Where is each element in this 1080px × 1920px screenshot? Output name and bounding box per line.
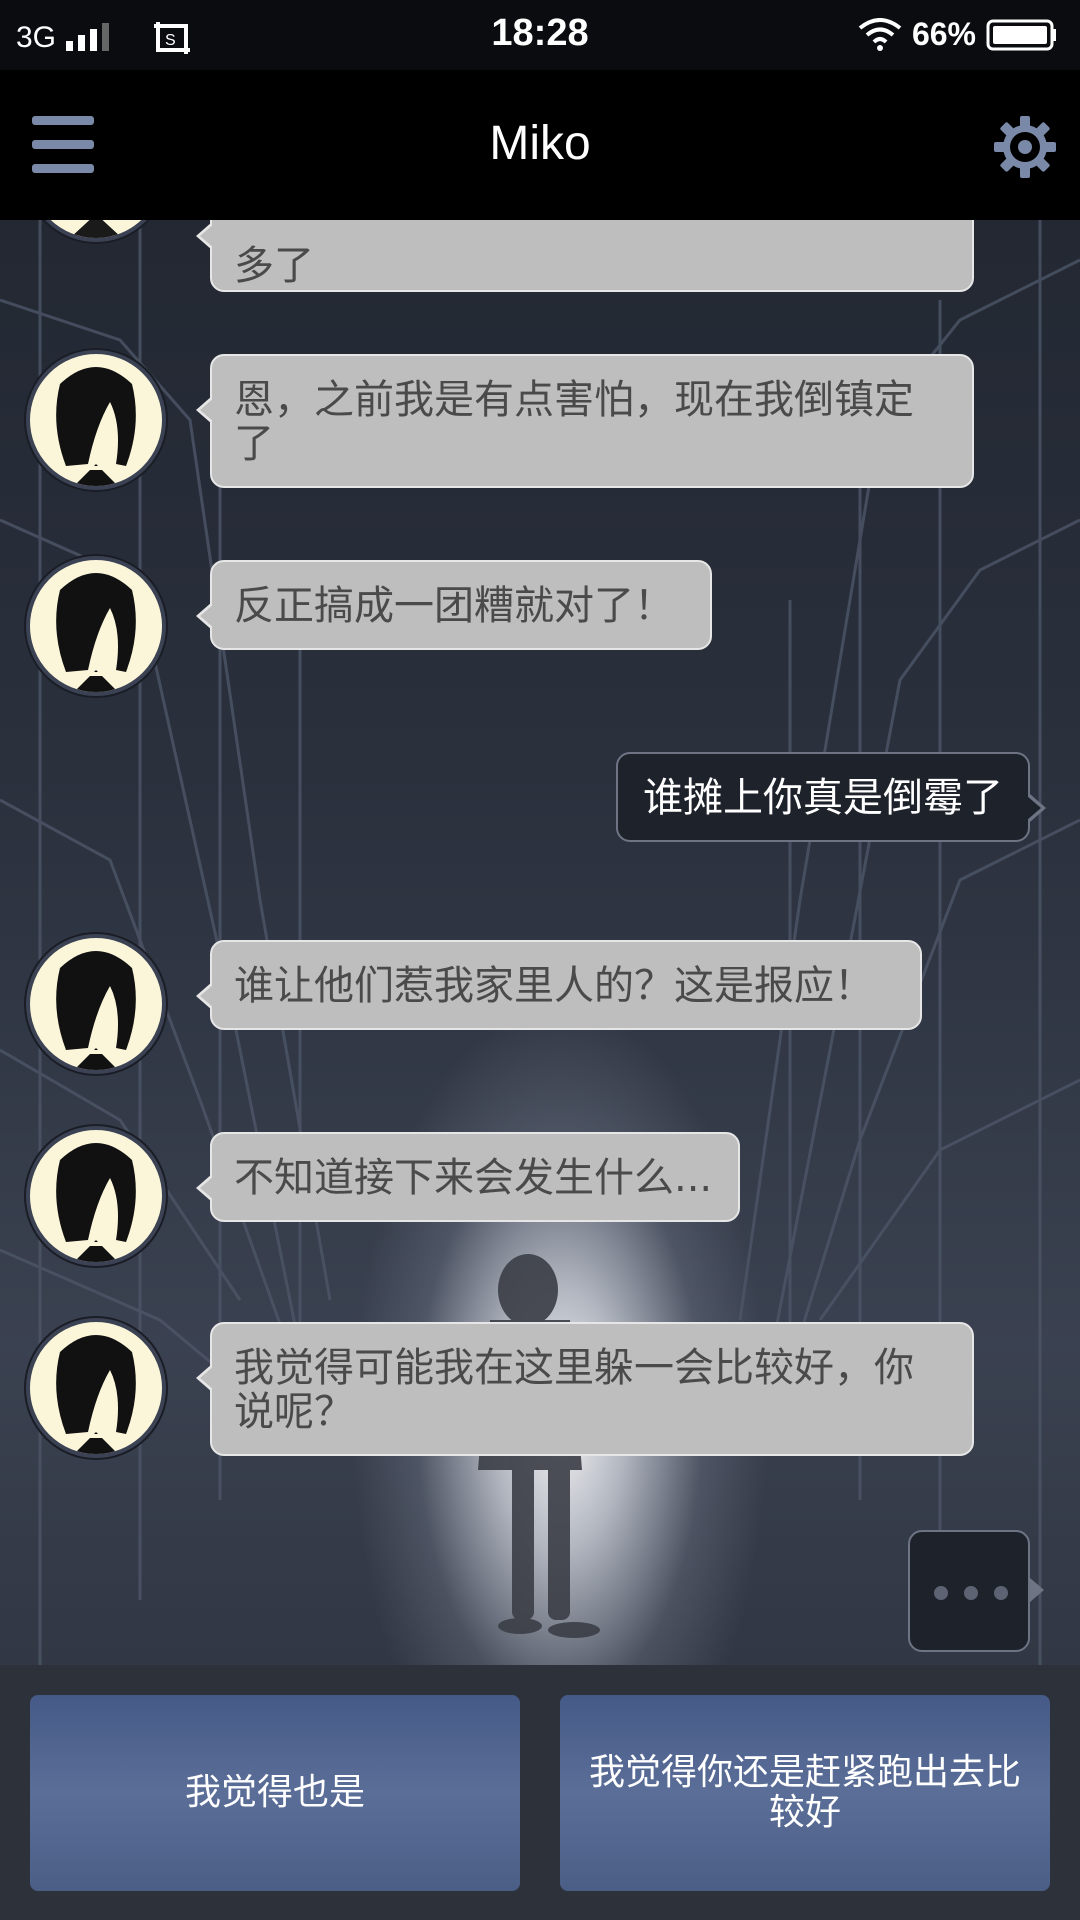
- choice-label: 我觉得也是: [184, 1772, 365, 1813]
- choice-label: 我觉得你还是赶紧跑出去比较好: [588, 1752, 1021, 1833]
- message-text: 不知道接下来会发生什么...: [234, 1155, 713, 1201]
- girl-avatar-icon: [56, 951, 136, 1070]
- message-bubble: 恩，之前我是有点害怕，现在我倒镇定了: [196, 354, 974, 488]
- girl-avatar-icon: [56, 573, 136, 692]
- avatar: [26, 350, 166, 490]
- message-bubble: 多了: [196, 220, 974, 292]
- message-text: 谁摊上你真是倒霉了: [643, 775, 1003, 821]
- chat-area[interactable]: 多了 恩，之前我是有点害怕，现在我倒镇定了 反正搞成一团糟就对了！ 谁摊上你真是…: [0, 220, 1080, 1665]
- message-text: 多了: [234, 243, 314, 289]
- message-text: 谁让他们惹我家里人的？这是报应！: [234, 963, 874, 1009]
- message-bubble: 谁让他们惹我家里人的？这是报应！: [196, 940, 922, 1030]
- girl-avatar-icon: [56, 367, 136, 486]
- avatar: [26, 1126, 166, 1266]
- message-text: 我觉得可能我在这里躲一会比较好，你说呢？: [234, 1345, 914, 1435]
- girl-avatar-icon: [70, 220, 122, 238]
- choice-button-agree[interactable]: 我觉得也是: [30, 1695, 520, 1891]
- message-bubble: 不知道接下来会发生什么...: [196, 1132, 740, 1222]
- reply-choices: 我觉得也是 我觉得你还是赶紧跑出去比较好: [0, 1665, 1080, 1920]
- message-text: 恩，之前我是有点害怕，现在我倒镇定了: [234, 377, 914, 467]
- girl-avatar-icon: [56, 1143, 136, 1262]
- app-bar: Miko: [0, 70, 1080, 220]
- wifi-icon: [858, 17, 902, 51]
- typing-dot: [964, 1586, 978, 1600]
- girl-avatar-icon: [56, 1335, 136, 1454]
- user-message-bubble: 谁摊上你真是倒霉了: [616, 752, 1046, 842]
- typing-dot: [994, 1586, 1008, 1600]
- message-text: 反正搞成一团糟就对了！: [234, 583, 674, 629]
- battery-icon: [986, 19, 1056, 50]
- status-bar: 3G S 18:28 66%: [0, 0, 1080, 70]
- message-bubble: 我觉得可能我在这里躲一会比较好，你说呢？: [196, 1322, 974, 1456]
- gear-icon[interactable]: [992, 114, 1058, 180]
- avatar: [26, 556, 166, 696]
- status-right: 66%: [858, 16, 1058, 53]
- battery-percent: 66%: [911, 16, 976, 52]
- typing-indicator: [908, 1530, 1044, 1652]
- avatar: [26, 934, 166, 1074]
- page-title: Miko: [489, 117, 591, 170]
- typing-dot: [934, 1586, 948, 1600]
- choice-button-run[interactable]: 我觉得你还是赶紧跑出去比较好: [560, 1695, 1050, 1891]
- avatar: [26, 1318, 166, 1458]
- avatar: [26, 220, 166, 242]
- message-bubble: 反正搞成一团糟就对了！: [196, 560, 712, 650]
